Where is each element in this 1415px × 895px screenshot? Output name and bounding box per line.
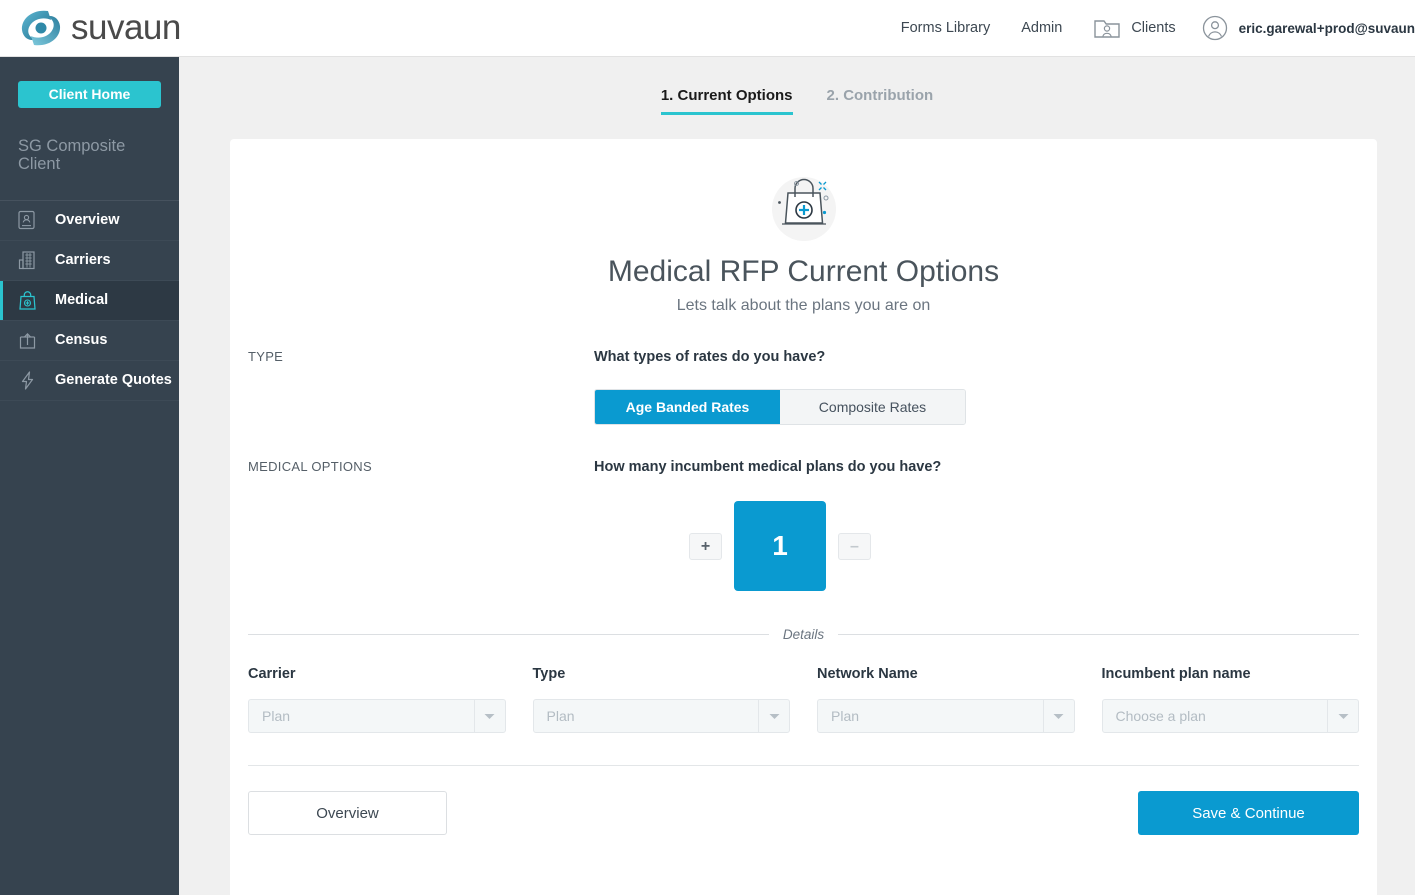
client-home-button[interactable]: Client Home <box>18 81 161 108</box>
page-subtitle: Lets talk about the plans you are on <box>676 297 931 314</box>
details-divider-line-right <box>838 634 1360 635</box>
topnav-clients[interactable]: Clients <box>1093 16 1176 40</box>
form-actions: Overview Save & Continue <box>248 791 1359 835</box>
top-navigation: Forms Library Admin Clients eric.garewal… <box>901 0 1415 57</box>
network-name-select[interactable]: Plan <box>817 699 1075 733</box>
tab-current-options[interactable]: 1. Current Options <box>660 87 793 115</box>
brand-logo[interactable]: suvaun <box>18 5 181 51</box>
medical-options-section: MEDICAL OPTIONS How many incumbent medic… <box>230 459 1377 591</box>
plan-count-stepper: + 1 – <box>594 501 966 591</box>
chevron-down-icon[interactable] <box>473 700 505 732</box>
sidebar-item-generate-quotes-label: Generate Quotes <box>55 372 172 389</box>
tab-contribution-number: 2. <box>826 87 840 104</box>
medical-options-question: How many incumbent medical plans do you … <box>594 459 942 475</box>
topnav-user-email: eric.garewal+prod@suvaun <box>1238 20 1415 36</box>
sidebar-item-overview[interactable]: Overview <box>0 201 179 241</box>
sidebar-item-generate-quotes[interactable]: Generate Quotes <box>0 361 179 401</box>
type-field-label: Type <box>532 666 566 682</box>
sidebar-nav-list: Overview Carriers Medical Census Generat… <box>0 201 179 401</box>
lightning-bolt-icon <box>18 370 40 391</box>
sidebar-item-medical-label: Medical <box>55 292 109 309</box>
tab-contribution-label: Contribution <box>843 87 934 104</box>
topnav-user-menu[interactable]: eric.garewal+prod@suvaun <box>1202 15 1415 41</box>
sidebar-item-overview-label: Overview <box>55 212 120 229</box>
sidebar-item-carriers-label: Carriers <box>55 252 111 269</box>
network-name-select-placeholder: Plan <box>831 708 860 724</box>
actions-divider <box>248 765 1359 766</box>
chevron-down-icon[interactable] <box>1327 700 1358 732</box>
type-question: What types of rates do you have? <box>594 349 826 365</box>
type-select-placeholder: Plan <box>546 708 575 724</box>
carrier-select[interactable]: Plan <box>248 699 506 733</box>
tab-current-options-label: Current Options <box>677 87 793 104</box>
type-field: Type Plan <box>532 666 790 733</box>
save-and-continue-button[interactable]: Save & Continue <box>1138 791 1359 835</box>
type-section-label: TYPE <box>248 349 284 364</box>
sidebar-item-carriers[interactable]: Carriers <box>0 241 179 281</box>
id-card-icon <box>18 210 40 230</box>
topnav-admin[interactable]: Admin <box>1021 20 1062 36</box>
top-header: suvaun Forms Library Admin Clients eric.… <box>0 0 1415 57</box>
sidebar-client-name: SG Composite Client <box>18 137 126 174</box>
upload-box-icon <box>18 330 40 350</box>
building-icon <box>18 250 40 270</box>
user-avatar-icon <box>1202 15 1228 41</box>
tab-current-options-number: 1. <box>660 87 674 104</box>
folder-user-icon <box>1093 16 1121 40</box>
medical-bag-plus-icon <box>771 177 836 241</box>
carrier-field-label: Carrier <box>248 666 296 682</box>
plan-count-value: 1 <box>734 501 826 591</box>
chevron-down-icon[interactable] <box>1042 700 1074 732</box>
decrement-plan-count-button[interactable]: – <box>838 532 871 560</box>
incumbent-plan-name-select[interactable]: Choose a plan <box>1101 699 1359 733</box>
sidebar-item-census[interactable]: Census <box>0 321 179 361</box>
details-divider: Details <box>248 627 1360 642</box>
sidebar-item-medical[interactable]: Medical <box>0 280 179 321</box>
rfp-form-card: Medical RFP Current Options Lets talk ab… <box>230 139 1377 895</box>
plan-detail-fields: Carrier Plan Type Plan Network Name Plan… <box>248 666 1359 733</box>
page-title: Medical RFP Current Options <box>607 255 1000 288</box>
network-name-field-label: Network Name <box>817 666 918 682</box>
network-name-field: Network Name Plan <box>817 666 1075 733</box>
details-divider-label: Details <box>782 627 825 642</box>
suvaun-swirl-logo-icon <box>21 10 61 46</box>
main-content: 1. Current Options 2. Contribution Medic… <box>179 57 1415 895</box>
type-select[interactable]: Plan <box>532 699 790 733</box>
sidebar: Client Home SG Composite Client Overview <box>0 57 179 895</box>
chevron-down-icon[interactable] <box>758 700 789 732</box>
incumbent-plan-name-select-placeholder: Choose a plan <box>1115 708 1206 724</box>
brand-name: suvaun <box>71 8 181 47</box>
medical-bag-icon <box>18 290 40 311</box>
tab-contribution[interactable]: 2. Contribution <box>827 87 934 112</box>
carrier-select-placeholder: Plan <box>262 708 291 724</box>
incumbent-plan-name-field: Incumbent plan name Choose a plan <box>1101 666 1359 733</box>
type-section: TYPE What types of rates do you have? Ag… <box>230 349 1377 425</box>
step-tabs: 1. Current Options 2. Contribution <box>179 57 1415 115</box>
card-hero: Medical RFP Current Options Lets talk ab… <box>230 139 1377 315</box>
rate-type-segmented-control: Age Banded Rates Composite Rates <box>594 389 966 425</box>
medical-options-section-label: MEDICAL OPTIONS <box>248 459 372 474</box>
details-divider-line-left <box>248 634 769 635</box>
topnav-clients-label: Clients <box>1131 20 1176 36</box>
composite-rates-option[interactable]: Composite Rates <box>780 390 965 424</box>
overview-button[interactable]: Overview <box>248 791 447 835</box>
incumbent-plan-name-field-label: Incumbent plan name <box>1101 666 1251 682</box>
age-banded-rates-option[interactable]: Age Banded Rates <box>595 390 780 424</box>
sidebar-item-census-label: Census <box>55 332 108 349</box>
carrier-field: Carrier Plan <box>248 666 506 733</box>
topnav-forms-library[interactable]: Forms Library <box>901 20 990 36</box>
increment-plan-count-button[interactable]: + <box>689 532 722 560</box>
